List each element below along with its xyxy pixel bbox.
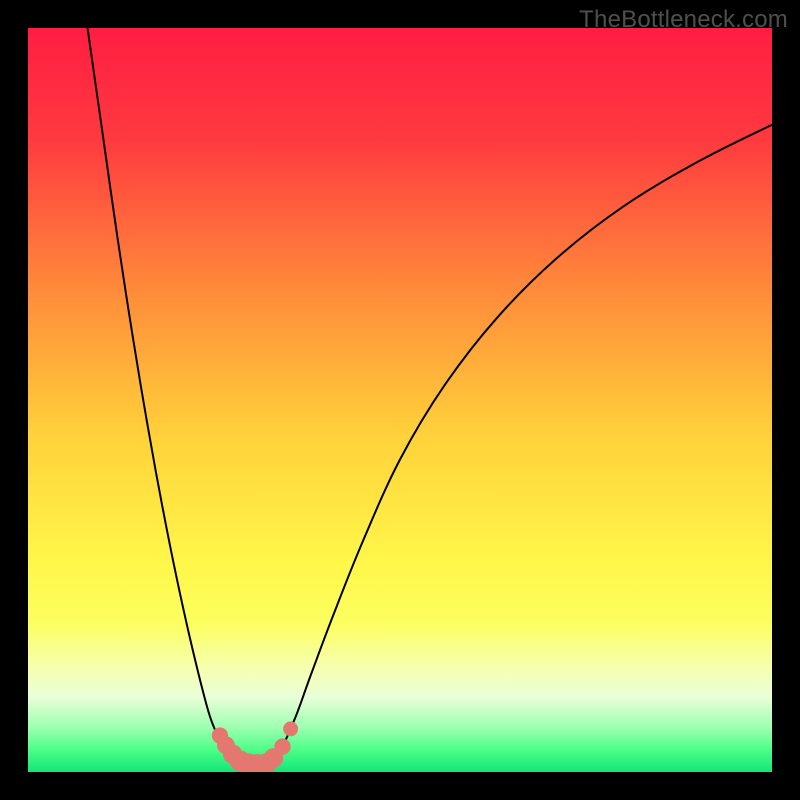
chart-svg [28, 28, 772, 772]
marker-group [212, 721, 298, 772]
data-marker [283, 721, 298, 736]
bottleneck-curve [88, 28, 772, 766]
data-marker [274, 739, 290, 755]
outer-frame: TheBottleneck.com [0, 0, 800, 800]
watermark-text: TheBottleneck.com [579, 6, 788, 34]
curve-group [88, 28, 772, 766]
plot-area [28, 28, 772, 772]
